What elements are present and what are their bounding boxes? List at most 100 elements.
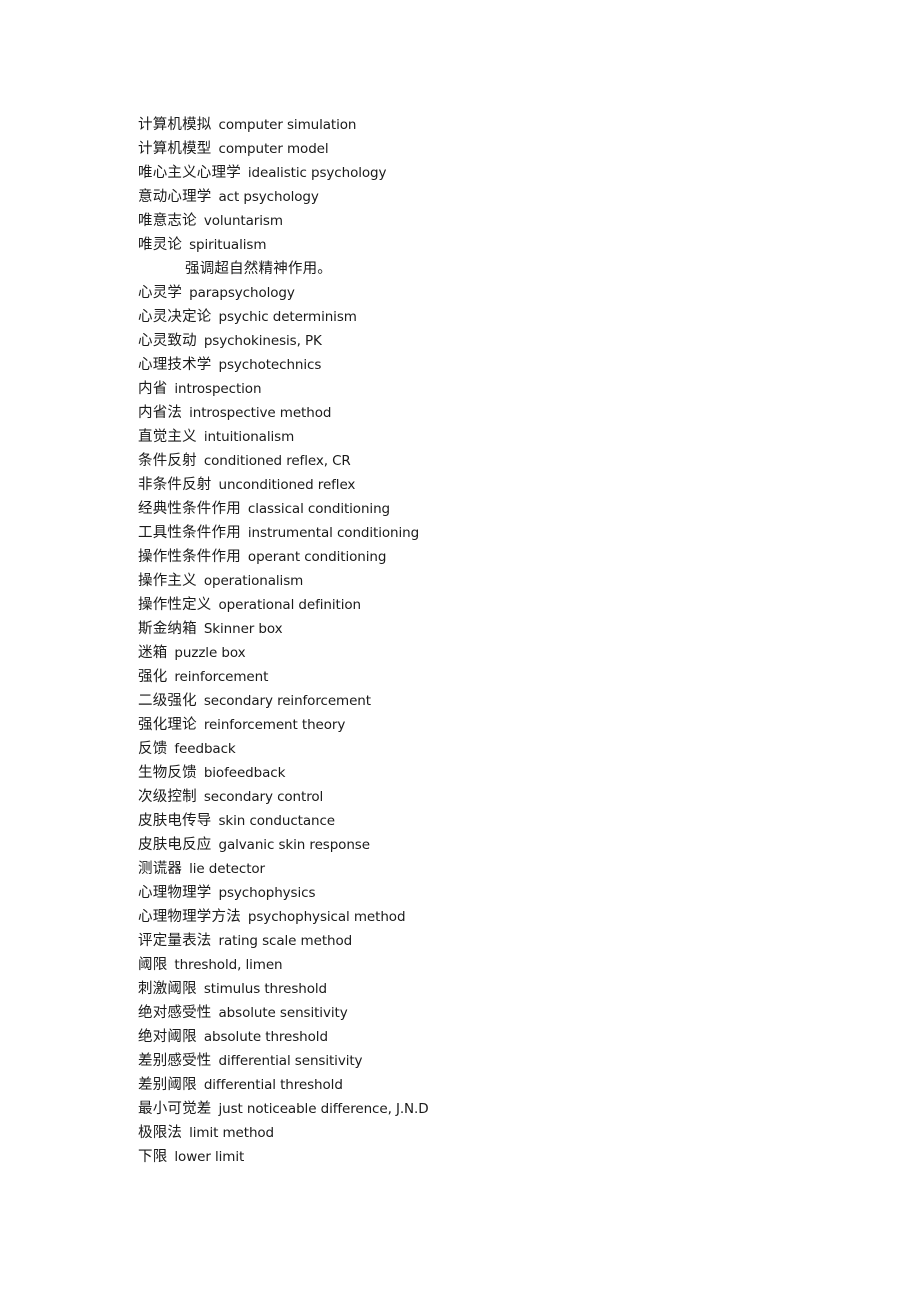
glossary-entry: 唯心主义心理学 idealistic psychology (138, 161, 878, 185)
term-chinese: 内省法 (138, 405, 183, 421)
term-chinese: 绝对阈限 (138, 1029, 197, 1045)
glossary-entry: 条件反射 conditioned reflex, CR (138, 449, 878, 473)
glossary-entry: 下限 lower limit (138, 1145, 878, 1169)
term-chinese: 斯金纳箱 (138, 621, 197, 637)
glossary-entry: 皮肤电反应 galvanic skin response (138, 833, 878, 857)
glossary-entry: 皮肤电传导 skin conductance (138, 809, 878, 833)
term-chinese: 二级强化 (138, 693, 197, 709)
glossary-entry: 反馈 feedback (138, 737, 878, 761)
glossary-entry: 绝对阈限 absolute threshold (138, 1025, 878, 1049)
term-chinese: 强调超自然精神作用。 (185, 261, 332, 277)
term-chinese: 条件反射 (138, 453, 197, 469)
term-chinese: 计算机模拟 (138, 117, 212, 133)
term-english: secondary control (203, 789, 324, 805)
term-english: secondary reinforcement (203, 693, 371, 709)
glossary-entry: 最小可觉差 just noticeable difference, J.N.D (138, 1097, 878, 1121)
glossary-entry: 强化 reinforcement (138, 665, 878, 689)
term-chinese: 心理物理学方法 (138, 909, 241, 925)
glossary-entry: 意动心理学 act psychology (138, 185, 878, 209)
glossary-entry: 内省 introspection (138, 377, 878, 401)
term-english: computer simulation (218, 117, 357, 133)
glossary-entry: 评定量表法 rating scale method (138, 929, 878, 953)
glossary-entry: 心灵致动 psychokinesis, PK (138, 329, 878, 353)
term-english: instrumental conditioning (247, 525, 420, 541)
term-chinese: 反馈 (138, 741, 168, 757)
glossary-entry: 心理物理学 psychophysics (138, 881, 878, 905)
glossary-entry: 阈限 threshold, limen (138, 953, 878, 977)
term-english: skin conductance (218, 813, 336, 829)
glossary-note: 强调超自然精神作用。 (138, 257, 878, 281)
glossary-entry: 心灵学 parapsychology (138, 281, 878, 305)
term-english: stimulus threshold (203, 981, 328, 997)
term-english: parapsychology (189, 285, 295, 301)
document-page: 计算机模拟 computer simulation 计算机模型 computer mo… (0, 0, 920, 1302)
term-english: psychophysics (218, 885, 316, 901)
term-english: introspective method (189, 405, 332, 421)
term-english: differential threshold (203, 1077, 343, 1093)
glossary-entry: 操作性定义 operational definition (138, 593, 878, 617)
term-chinese: 生物反馈 (138, 765, 197, 781)
term-chinese: 最小可觉差 (138, 1101, 212, 1117)
term-english: just noticeable difference, J.N.D (218, 1101, 429, 1117)
term-chinese: 工具性条件作用 (138, 525, 241, 541)
glossary-entry: 计算机模型 computer model (138, 137, 878, 161)
glossary-entry: 内省法 introspective method (138, 401, 878, 425)
term-english: limit method (189, 1125, 275, 1141)
term-chinese: 心灵致动 (138, 333, 197, 349)
term-english: voluntarism (203, 213, 283, 229)
term-chinese: 下限 (138, 1149, 168, 1165)
glossary-entry: 次级控制 secondary control (138, 785, 878, 809)
term-chinese: 经典性条件作用 (138, 501, 241, 517)
glossary-entry: 绝对感受性 absolute sensitivity (138, 1001, 878, 1025)
glossary-entry: 极限法 limit method (138, 1121, 878, 1145)
term-english: spiritualism (189, 237, 267, 253)
term-chinese: 皮肤电传导 (138, 813, 212, 829)
glossary-entry: 生物反馈 biofeedback (138, 761, 878, 785)
glossary-entry: 计算机模拟 computer simulation (138, 113, 878, 137)
term-chinese: 差别感受性 (138, 1053, 212, 1069)
glossary-entry: 直觉主义 intuitionalism (138, 425, 878, 449)
term-chinese: 绝对感受性 (138, 1005, 212, 1021)
term-english: idealistic psychology (247, 165, 387, 181)
glossary-entry: 唯灵论 spiritualism (138, 233, 878, 257)
term-english: conditioned reflex, CR (203, 453, 351, 469)
glossary-entry: 心理技术学 psychotechnics (138, 353, 878, 377)
term-english: introspection (174, 381, 262, 397)
term-english: psychic determinism (218, 309, 357, 325)
term-english: threshold, limen (174, 957, 283, 973)
term-english: intuitionalism (203, 429, 295, 445)
glossary-list: 计算机模拟 computer simulation 计算机模型 computer mo… (138, 113, 878, 1169)
term-english: reinforcement theory (203, 717, 346, 733)
glossary-entry: 操作主义 operationalism (138, 569, 878, 593)
term-chinese: 操作性定义 (138, 597, 212, 613)
term-chinese: 极限法 (138, 1125, 183, 1141)
term-english: lie detector (189, 861, 266, 877)
term-english: psychotechnics (218, 357, 322, 373)
term-chinese: 操作性条件作用 (138, 549, 241, 565)
term-chinese: 心灵学 (138, 285, 183, 301)
term-english: psychokinesis, PK (203, 333, 322, 349)
term-chinese: 内省 (138, 381, 168, 397)
term-chinese: 次级控制 (138, 789, 197, 805)
term-chinese: 唯心主义心理学 (138, 165, 241, 181)
term-english: operationalism (203, 573, 304, 589)
term-english: feedback (174, 741, 236, 757)
term-chinese: 刺激阈限 (138, 981, 197, 997)
term-chinese: 唯灵论 (138, 237, 183, 253)
glossary-entry: 心灵决定论 psychic determinism (138, 305, 878, 329)
term-english: classical conditioning (247, 501, 391, 517)
glossary-entry: 操作性条件作用 operant conditioning (138, 545, 878, 569)
glossary-entry: 二级强化 secondary reinforcement (138, 689, 878, 713)
term-english: absolute sensitivity (218, 1005, 348, 1021)
term-english: operant conditioning (247, 549, 387, 565)
term-english: rating scale method (218, 933, 353, 949)
glossary-entry: 唯意志论 voluntarism (138, 209, 878, 233)
glossary-entry: 差别感受性 differential sensitivity (138, 1049, 878, 1073)
term-english: differential sensitivity (218, 1053, 363, 1069)
term-english: computer model (218, 141, 329, 157)
term-chinese: 差别阈限 (138, 1077, 197, 1093)
glossary-entry: 测谎器 lie detector (138, 857, 878, 881)
glossary-entry: 斯金纳箱 Skinner box (138, 617, 878, 641)
term-english: reinforcement (174, 669, 269, 685)
term-chinese: 阈限 (138, 957, 168, 973)
